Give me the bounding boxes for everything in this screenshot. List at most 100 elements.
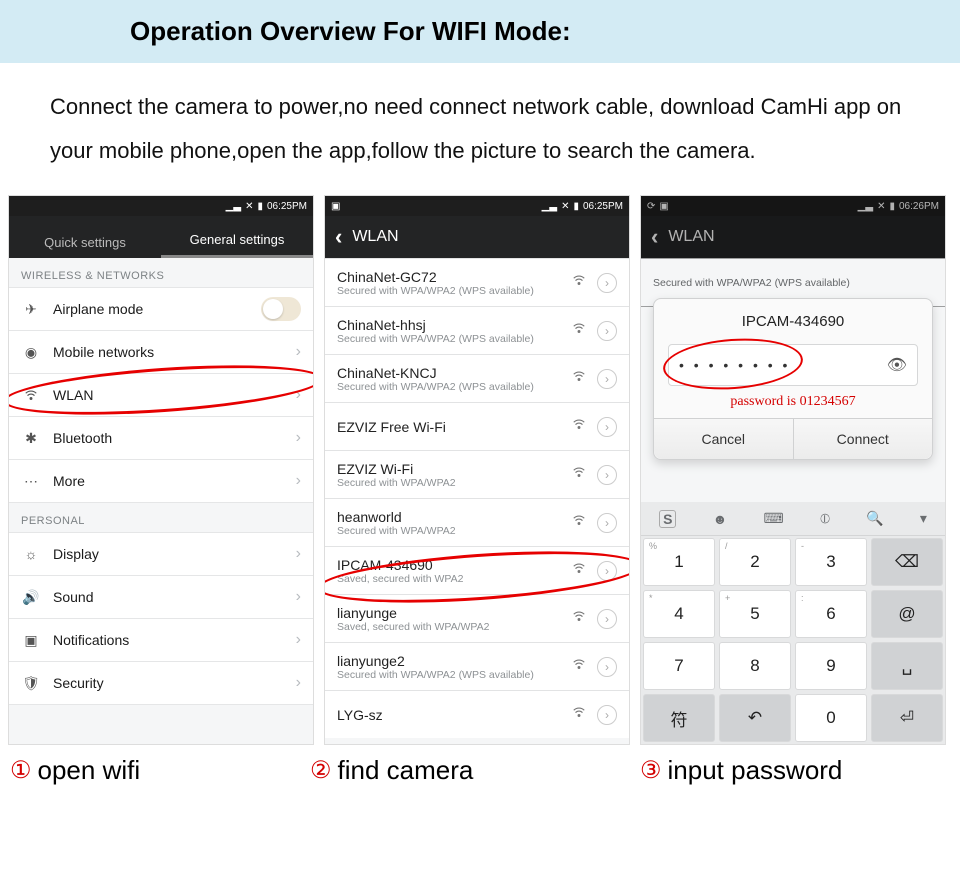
toolbar-move-icon[interactable]: ⦶ [820, 510, 830, 527]
row-security[interactable]: 🛡 Security › [9, 661, 313, 705]
wifi-detail-icon[interactable]: › [597, 465, 617, 485]
phone-wlan-list: ▣ ▁▃ ✕ ▮ 06:25PM ‹ WLAN ChinaNet-GC72 Se… [324, 195, 630, 745]
row-label: Mobile networks [53, 344, 296, 360]
key-0[interactable]: 0 [795, 694, 867, 742]
row-label: Airplane mode [53, 301, 261, 317]
key-4[interactable]: *4 [643, 590, 715, 638]
row-display[interactable]: ☼ Display › [9, 532, 313, 576]
wifi-signal-icon [571, 513, 589, 532]
chevron-right-icon: › [296, 386, 301, 404]
wifi-detail-icon[interactable]: › [597, 417, 617, 437]
wifi-detail-icon[interactable]: › [597, 561, 617, 581]
row-bluetooth[interactable]: ✱ Bluetooth › [9, 416, 313, 460]
wifi-detail-icon[interactable]: › [597, 657, 617, 677]
wifi-detail-icon[interactable]: › [597, 705, 617, 725]
row-label: Bluetooth [53, 430, 296, 446]
key-2[interactable]: /2 [719, 538, 791, 586]
toolbar-emoji-icon[interactable]: ☻ [713, 511, 728, 527]
wifi-signal-icon [571, 273, 589, 292]
wifi-sub: Saved, secured with WPA2 [337, 573, 563, 585]
key-backspace[interactable]: ⌫ [871, 538, 943, 586]
clock-text: 06:26PM [899, 201, 939, 212]
toolbar-collapse-icon[interactable]: ▾ [920, 510, 927, 527]
wifi-detail-icon[interactable]: › [597, 513, 617, 533]
caption-text: open wifi [38, 755, 141, 786]
key-at[interactable]: @ [871, 590, 943, 638]
cancel-button[interactable]: Cancel [654, 419, 794, 459]
key-1[interactable]: %1 [643, 538, 715, 586]
key-3[interactable]: -3 [795, 538, 867, 586]
row-mobile-networks[interactable]: ◉ Mobile networks › [9, 330, 313, 374]
wifi-item[interactable]: ChinaNet-GC72 Secured with WPA/WPA2 (WPS… [325, 258, 629, 306]
wifi-item[interactable]: ChinaNet-KNCJ Secured with WPA/WPA2 (WPS… [325, 354, 629, 402]
wifi-detail-icon[interactable]: › [597, 321, 617, 341]
tab-general[interactable]: General settings [161, 232, 313, 258]
section-wireless: WIRELESS & NETWORKS [9, 258, 313, 288]
key-6[interactable]: :6 [795, 590, 867, 638]
tab-quick[interactable]: Quick settings [9, 235, 161, 258]
wifi-item[interactable]: LYG-sz › [325, 690, 629, 738]
row-more[interactable]: ⋯ More › [9, 459, 313, 503]
wifi-item[interactable]: EZVIZ Free Wi-Fi › [325, 402, 629, 450]
wifi-name: ChinaNet-GC72 [337, 269, 563, 285]
clock-text: 06:25PM [583, 201, 623, 212]
wifi-name: EZVIZ Free Wi-Fi [337, 419, 563, 435]
key-symbols[interactable]: 符 [643, 694, 715, 742]
wifi-item[interactable]: lianyunge Saved, secured with WPA/WPA2 › [325, 594, 629, 642]
battery-icon: ▮ [573, 201, 579, 212]
wifi-sub: Secured with WPA/WPA2 (WPS available) [337, 381, 563, 393]
back-icon[interactable]: ‹ [335, 224, 342, 250]
airplane-toggle[interactable] [261, 297, 301, 321]
password-dots: • • • • • • • • [679, 357, 790, 373]
navbar-title: WLAN [668, 228, 714, 246]
wifi-item[interactable]: IPCAM-434690 Saved, secured with WPA2 › [325, 546, 629, 594]
wifi-name: LYG-sz [337, 707, 563, 723]
eye-icon[interactable]: 👁 [887, 355, 907, 375]
caption-text: input password [668, 755, 843, 786]
signal-icon: ▁▃ [542, 201, 557, 212]
wifi-signal-icon [571, 465, 589, 484]
key-8[interactable]: 8 [719, 642, 791, 690]
row-sound[interactable]: 🔊 Sound › [9, 575, 313, 619]
wifi-item[interactable]: EZVIZ Wi-Fi Secured with WPA/WPA2 › [325, 450, 629, 498]
wifi-item[interactable]: heanworld Secured with WPA/WPA2 › [325, 498, 629, 546]
wifi-signal-icon [571, 321, 589, 340]
key-enter[interactable]: ⏎ [871, 694, 943, 742]
wifi-signal-icon [571, 561, 589, 580]
wifi-item[interactable]: lianyunge2 Secured with WPA/WPA2 (WPS av… [325, 642, 629, 690]
wlan-navbar: ‹ WLAN [641, 216, 945, 258]
key-undo[interactable]: ↶ [719, 694, 791, 742]
row-label: WLAN [53, 387, 296, 403]
clock-text: 06:25PM [267, 201, 307, 212]
phone-settings: ▁▃ ✕ ▮ 06:25PM Quick settings General se… [8, 195, 314, 745]
toolbar-s-icon[interactable]: S [659, 510, 676, 528]
connect-button[interactable]: Connect [794, 419, 933, 459]
chevron-right-icon: › [296, 588, 301, 606]
key-9[interactable]: 9 [795, 642, 867, 690]
key-space-small[interactable]: ␣ [871, 642, 943, 690]
key-5[interactable]: +5 [719, 590, 791, 638]
wifi-detail-icon[interactable]: › [597, 369, 617, 389]
wifi-list: ChinaNet-GC72 Secured with WPA/WPA2 (WPS… [325, 258, 629, 738]
toolbar-search-icon[interactable]: 🔍 [866, 510, 883, 527]
row-label: Security [53, 675, 296, 691]
wifi-item[interactable]: ChinaNet-hhsj Secured with WPA/WPA2 (WPS… [325, 306, 629, 354]
display-icon: ☼ [21, 546, 41, 562]
back-icon[interactable]: ‹ [651, 224, 658, 250]
wifi-name: lianyunge [337, 605, 563, 621]
circled-3-icon: ③ [640, 756, 662, 785]
wifi-name: IPCAM-434690 [337, 557, 563, 573]
key-7[interactable]: 7 [643, 642, 715, 690]
row-airplane[interactable]: ✈ Airplane mode [9, 287, 313, 331]
password-field[interactable]: • • • • • • • • 👁 [668, 344, 918, 386]
wifi-signal-icon [571, 657, 589, 676]
row-notifications[interactable]: ▣ Notifications › [9, 618, 313, 662]
notifications-icon: ▣ [21, 632, 41, 649]
chevron-right-icon: › [296, 472, 301, 490]
row-wlan[interactable]: WLAN › [9, 373, 313, 417]
wifi-detail-icon[interactable]: › [597, 273, 617, 293]
wifi-detail-icon[interactable]: › [597, 609, 617, 629]
toolbar-keyboard-icon[interactable]: ⌨ [764, 510, 784, 527]
caption-1: ① open wifi [10, 755, 310, 786]
wifi-signal-icon [571, 369, 589, 388]
